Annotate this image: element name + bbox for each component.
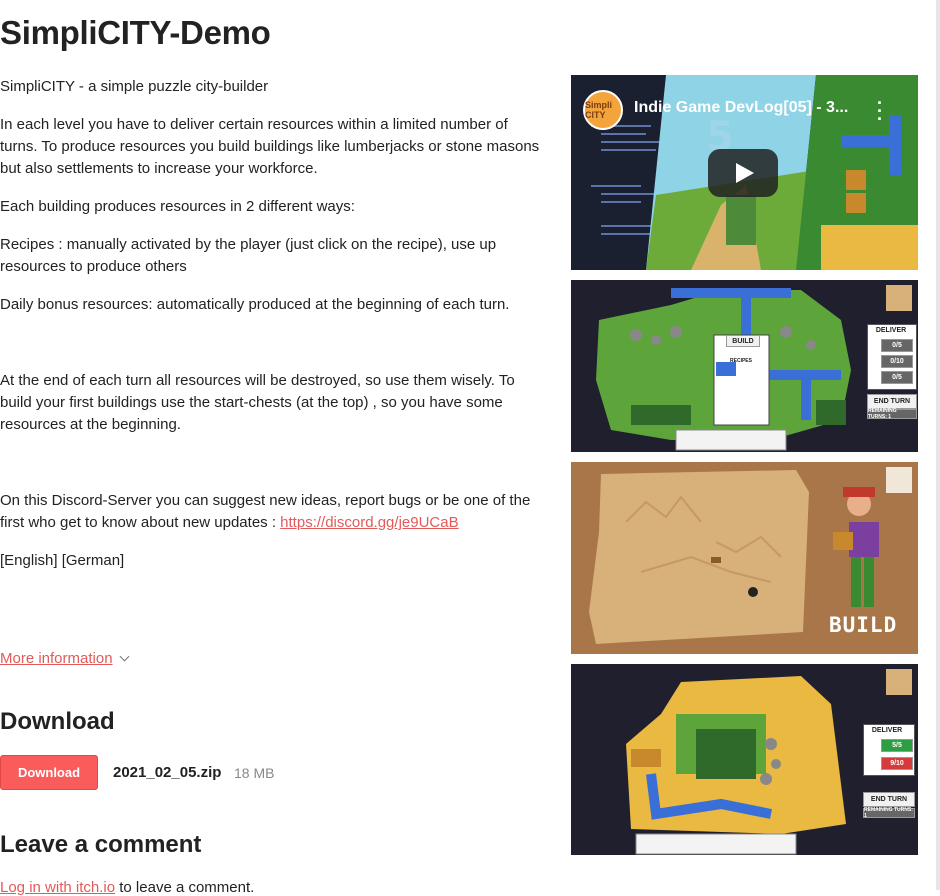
comment-heading: Leave a comment: [0, 831, 202, 858]
more-information-label: More information: [0, 650, 113, 667]
language-links: [English] [German]: [0, 552, 125, 569]
description-paragraph: On this Discord-Server you can suggest n…: [0, 490, 548, 534]
youtube-video-embed[interactable]: 5 Simpli CITY Indie Game DevLog[05] - 3.…: [571, 75, 918, 270]
deliver-counter: 0/10: [881, 355, 913, 368]
chevron-down-icon: [119, 651, 129, 662]
deliver-counter: 0/5: [881, 371, 913, 384]
remaining-turns: REMAINING TURNS: 1: [863, 807, 915, 819]
deliver-label: DELIVER: [871, 726, 903, 734]
login-suffix: to leave a comment.: [115, 879, 255, 896]
build-label: BUILD: [726, 335, 760, 347]
file-size: 18 MB: [234, 765, 275, 781]
description-paragraph: In each level you have to deliver certai…: [0, 116, 540, 177]
video-title[interactable]: Indie Game DevLog[05] - 3...: [634, 99, 848, 117]
description-paragraph: Recipes : manually activated by the play…: [0, 236, 497, 275]
deliver-counter: 9/10: [881, 757, 913, 770]
remaining-turns: REMAINING TURNS: 1: [867, 408, 917, 420]
download-button[interactable]: Download: [0, 755, 98, 790]
description-paragraph: Daily bonus resources: automatically pro…: [0, 296, 510, 313]
more-information-toggle[interactable]: More information: [0, 650, 129, 667]
description-paragraph: Each building produces resources in 2 di…: [0, 198, 355, 215]
deliver-counter: 5/5: [881, 739, 913, 752]
description-paragraph: SimpliCITY - a simple puzzle city-builde…: [0, 78, 269, 95]
download-heading: Download: [0, 708, 115, 735]
description-paragraph: At the end of each turn all resources wi…: [0, 372, 515, 433]
screenshot-image: [596, 285, 912, 451]
channel-logo[interactable]: Simpli CITY: [583, 90, 623, 130]
file-name: 2021_02_05.zip: [113, 764, 222, 781]
login-prompt: Log in with itch.io to leave a comment.: [0, 879, 254, 896]
deliver-counter: 0/5: [881, 339, 913, 352]
more-vert-icon[interactable]: · · ·: [877, 94, 883, 128]
login-link[interactable]: Log in with itch.io: [0, 879, 115, 896]
recipes-label: RECIPES: [730, 358, 752, 364]
screenshot-gameplay-build-menu[interactable]: BUILD RECIPES DELIVER 0/5 0/10 0/5 END T…: [571, 280, 918, 452]
deliver-label: DELIVER: [875, 326, 907, 334]
screenshot-build-splash[interactable]: BUILD: [571, 462, 918, 654]
end-turn-button: END TURN: [867, 394, 917, 409]
discord-link[interactable]: https://discord.gg/je9UCaB: [280, 514, 458, 531]
end-turn-button: END TURN: [863, 792, 915, 807]
page-title: SimpliCITY-Demo: [0, 14, 271, 51]
play-icon[interactable]: [708, 149, 778, 197]
screenshot-gameplay-deliver[interactable]: DELIVER 5/5 9/10 END TURN REMAINING TURN…: [571, 664, 918, 855]
build-splash-label: BUILD: [829, 613, 898, 637]
page-right-border: [936, 0, 940, 890]
game-description: SimpliCITY - a simple puzzle city-builde…: [0, 76, 548, 588]
